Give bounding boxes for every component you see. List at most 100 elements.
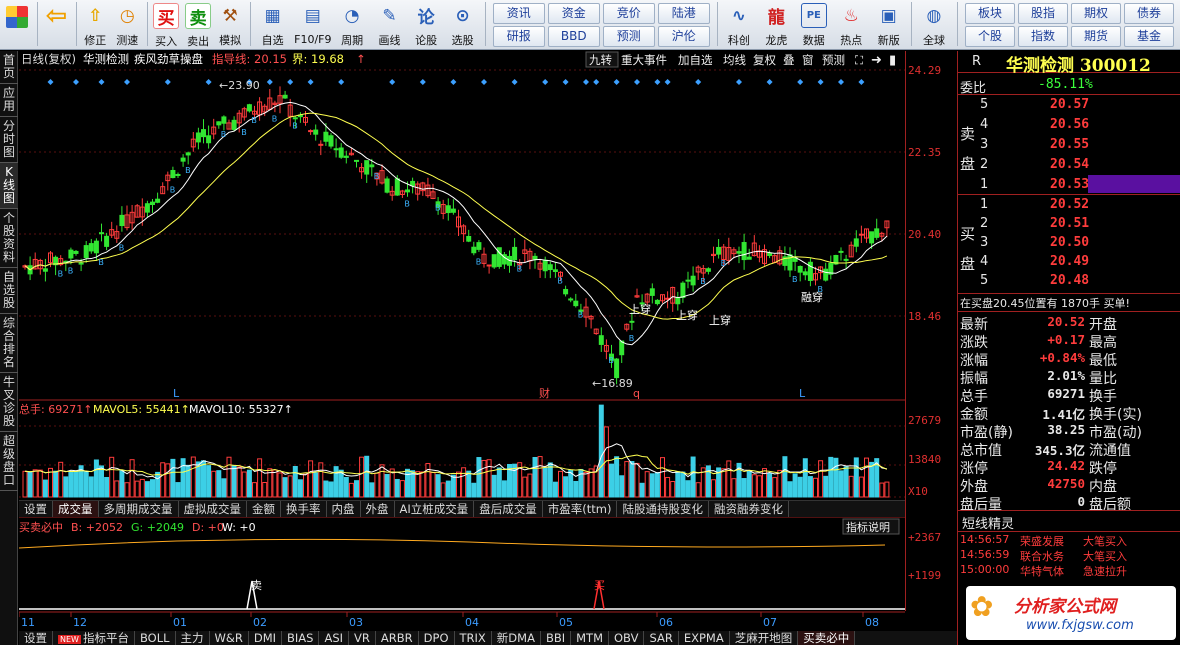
tab-multi-volume[interactable]: 多周期成交量 — [99, 501, 179, 517]
discuss-button[interactable]: 论论股 — [409, 2, 444, 48]
tab2-setting[interactable]: 设置 — [19, 631, 53, 645]
stat-label-2: 换手 — [1089, 389, 1117, 405]
ask-level-price: 20.56 — [1050, 117, 1090, 132]
arrow-right-icon[interactable]: ➜ — [871, 53, 882, 68]
grid-btn-lugang[interactable]: 陆港 — [657, 3, 710, 24]
btn-window[interactable]: 窗 — [802, 53, 814, 67]
diamond-marker — [654, 79, 661, 85]
tab2-zhima[interactable]: 芝麻开地图 — [730, 631, 799, 645]
data-button[interactable]: PE 数据 — [796, 2, 832, 48]
tab2-asi[interactable]: ASI — [319, 631, 350, 645]
grid-btn-qiquan[interactable]: 期权 — [1071, 3, 1122, 24]
grid-btn-guzhi[interactable]: 股指 — [1018, 3, 1069, 24]
btn-adjust[interactable]: 复权 — [753, 53, 776, 67]
tab2-maimaibizhong[interactable]: 买卖必中 — [798, 631, 856, 645]
left-tab-ranking[interactable]: 综合排名 — [0, 314, 18, 373]
btn-major-events[interactable]: 重大事件 — [621, 53, 667, 67]
watchlist-button[interactable]: ▦ 自选 — [254, 2, 292, 48]
grid-btn-yuce[interactable]: 预测 — [602, 26, 655, 47]
tab2-platform[interactable]: NEW 指标平台 — [53, 631, 135, 645]
ask-level-num: 1 — [980, 177, 989, 192]
btn-jiuzhuan[interactable]: 九转 — [589, 53, 612, 67]
tab2-expma[interactable]: EXPMA — [679, 631, 730, 645]
btn-ma[interactable]: 均线 — [723, 53, 746, 67]
tab2-wr[interactable]: W&R — [210, 631, 249, 645]
tab-amount[interactable]: 金额 — [247, 501, 281, 517]
tab2-arbr[interactable]: ARBR — [376, 631, 419, 645]
grid-btn-gegu[interactable]: 个股 — [965, 26, 1016, 47]
lock-icon[interactable]: ⛶ — [854, 53, 864, 67]
grid-btn-bbd[interactable]: BBD — [547, 26, 600, 47]
tab2-dmi[interactable]: DMI — [249, 631, 283, 645]
grid-btn-yanbao[interactable]: 研报 — [492, 26, 545, 47]
grid-btn-zhaiquan[interactable]: 债券 — [1124, 3, 1175, 24]
grid-btn-zixun[interactable]: 资讯 — [492, 3, 545, 24]
tab2-main[interactable]: 主力 — [176, 631, 210, 645]
tab2-bbi[interactable]: BBI — [541, 631, 572, 645]
btn-add-watch[interactable]: 加自选 — [678, 53, 713, 67]
btn-predict[interactable]: 预测 — [822, 53, 845, 67]
kline-chart[interactable]: 日线(复权) 华测检测 疾风劲草操盘 指导线: 20.15 界: 19.68 ↑… — [19, 51, 905, 645]
grid-btn-zijin[interactable]: 资金 — [547, 3, 600, 24]
tab2-mtm[interactable]: MTM — [571, 631, 609, 645]
left-tab-app[interactable]: 应用 — [0, 84, 18, 117]
back-button[interactable]: ⇦ — [41, 1, 72, 48]
tab2-newdma[interactable]: 新DMA — [492, 631, 541, 645]
left-tab-superorder[interactable]: 超级盘口 — [0, 432, 18, 491]
indicator-help-button[interactable]: 指标说明 — [846, 520, 890, 534]
volume-bar — [461, 467, 467, 498]
period-button[interactable]: ◔ 周期 — [334, 2, 370, 48]
windows-button[interactable] — [2, 2, 33, 48]
tab2-obv[interactable]: OBV — [609, 631, 645, 645]
left-tab-diagnose[interactable]: 牛叉诊股 — [0, 373, 18, 432]
sell-button[interactable]: 卖卖出 — [183, 2, 214, 48]
kechuang-button[interactable]: ∿ 科创 — [721, 2, 757, 48]
tab2-trix[interactable]: TRIX — [455, 631, 492, 645]
tab-turnover[interactable]: 换手率 — [281, 501, 327, 517]
left-tab-watchlist[interactable]: 自选股 — [0, 268, 18, 314]
draw-button[interactable]: ✎ 画线 — [371, 2, 407, 48]
tab-setting[interactable]: 设置 — [19, 501, 53, 517]
expand-icon[interactable]: ▮ — [889, 53, 896, 68]
volume-bar — [583, 471, 589, 498]
grid-btn-jingjia[interactable]: 竞价 — [602, 3, 655, 24]
grid-btn-jijin[interactable]: 基金 — [1124, 26, 1175, 47]
tab-pe-ttm[interactable]: 市盈率(ttm) — [543, 501, 618, 517]
hotspot-button[interactable]: ♨ 热点 — [833, 2, 869, 48]
tab-margin[interactable]: 融资融券变化 — [709, 501, 789, 517]
tab-ai-volume[interactable]: AI立桩成交量 — [395, 501, 475, 517]
tab-volume[interactable]: 成交量 — [53, 501, 99, 517]
left-tab-home[interactable]: 首页 — [0, 51, 18, 84]
speed-button[interactable]: ◷ 测速 — [112, 2, 143, 48]
tab2-boll[interactable]: BOLL — [135, 631, 176, 645]
tab2-vr[interactable]: VR — [349, 631, 376, 645]
simulate-button[interactable]: ⚒ 模拟 — [215, 2, 246, 48]
grid-btn-qihuo[interactable]: 期货 — [1071, 26, 1122, 47]
tab-virtual-volume[interactable]: 虚拟成交量 — [179, 501, 247, 517]
tab2-sar[interactable]: SAR — [644, 631, 679, 645]
volume-bar — [476, 457, 482, 498]
longhu-button[interactable]: 龍龙虎 — [758, 2, 794, 48]
buy-button[interactable]: 买买入 — [151, 2, 182, 48]
revise-button[interactable]: ⇧ 修正 — [80, 2, 111, 48]
select-stock-button[interactable]: ⊙ 选股 — [444, 2, 480, 48]
left-tab-kline[interactable]: K线图 — [0, 163, 18, 209]
volume-total: 总手: 69271↑ — [19, 402, 92, 416]
volume-bar — [246, 469, 252, 498]
tab-outer[interactable]: 外盘 — [361, 501, 395, 517]
newversion-button[interactable]: ▣ 新版 — [870, 2, 906, 48]
tab-northbound[interactable]: 陆股通持股变化 — [617, 501, 709, 517]
f10-button[interactable]: ▤ F10/F9 — [293, 2, 333, 48]
grid-btn-hulun[interactable]: 沪伦 — [657, 26, 710, 47]
left-tab-profile[interactable]: 个股资料 — [0, 209, 18, 268]
diamond-marker — [511, 79, 518, 85]
btn-overlay[interactable]: 叠 — [783, 53, 795, 67]
tab2-bias[interactable]: BIAS — [282, 631, 320, 645]
grid-btn-bankuai[interactable]: 板块 — [965, 3, 1016, 24]
tab-after-volume[interactable]: 盘后成交量 — [474, 501, 543, 517]
tab2-dpo[interactable]: DPO — [419, 631, 455, 645]
left-tab-timeshare[interactable]: 分时图 — [0, 117, 18, 163]
tab-inner[interactable]: 内盘 — [327, 501, 361, 517]
grid-btn-zhishu[interactable]: 指数 — [1018, 26, 1069, 47]
global-button[interactable]: ◍ 全球 — [915, 2, 953, 48]
